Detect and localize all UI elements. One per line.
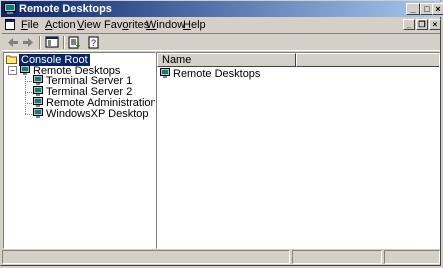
status-pane bbox=[2, 250, 290, 264]
export-list-icon[interactable] bbox=[66, 35, 82, 50]
toolbar: ? bbox=[2, 33, 440, 51]
show-hide-tree-icon[interactable] bbox=[44, 35, 60, 50]
maximize-icon: □ bbox=[424, 4, 430, 14]
help-icon[interactable]: ? bbox=[86, 35, 102, 50]
tree-connector bbox=[25, 114, 32, 115]
tree-label: WindowsXP Desktop bbox=[46, 108, 149, 120]
close-icon: × bbox=[435, 4, 441, 14]
window-title: Remote Desktops bbox=[19, 3, 112, 15]
tree-item-server[interactable]: WindowsXP Desktop bbox=[33, 108, 149, 120]
computer-icon bbox=[33, 108, 43, 118]
back-arrow-icon[interactable] bbox=[5, 35, 21, 50]
tree-connector bbox=[25, 92, 32, 93]
column-header-blank[interactable] bbox=[296, 53, 439, 67]
minus-icon: − bbox=[10, 66, 15, 75]
restore-icon: ❐ bbox=[418, 20, 426, 29]
child-minimize-button[interactable]: _ bbox=[403, 19, 415, 30]
computer-icon bbox=[33, 75, 43, 85]
folder-icon bbox=[6, 55, 17, 64]
list-item-label: Remote Desktops bbox=[173, 68, 261, 80]
child-restore-button[interactable]: ❐ bbox=[416, 19, 428, 30]
tree-pane[interactable]: Console Root − Remote Desktops Terminal … bbox=[3, 52, 156, 249]
minimize-icon: _ bbox=[406, 20, 412, 29]
remote-desktops-icon bbox=[20, 65, 30, 75]
minimize-icon: _ bbox=[410, 4, 416, 14]
minimize-button[interactable]: _ bbox=[406, 3, 420, 15]
computer-icon bbox=[33, 97, 43, 107]
remote-desktops-icon bbox=[160, 68, 170, 78]
computer-icon bbox=[33, 86, 43, 96]
menu-view[interactable]: View bbox=[74, 18, 104, 32]
column-header-label: Name bbox=[162, 54, 192, 66]
menu-file[interactable]: File bbox=[18, 18, 42, 32]
forward-arrow-icon[interactable] bbox=[20, 35, 36, 50]
status-pane bbox=[292, 250, 382, 264]
remote-desktops-icon bbox=[4, 3, 16, 14]
tree-connector bbox=[25, 81, 32, 82]
toolbar-separator bbox=[63, 36, 65, 49]
collapse-toggle[interactable]: − bbox=[8, 66, 17, 75]
tree-connector bbox=[25, 103, 32, 104]
toolbar-separator bbox=[39, 36, 41, 49]
column-header-name[interactable]: Name bbox=[157, 53, 296, 67]
title-bar[interactable]: Remote Desktops _ □ × bbox=[1, 1, 443, 17]
console-window-icon[interactable] bbox=[5, 19, 15, 30]
close-icon: × bbox=[432, 20, 438, 29]
list-pane[interactable]: Name Remote Desktops bbox=[156, 52, 440, 249]
status-bar bbox=[2, 249, 440, 265]
child-close-button[interactable]: × bbox=[429, 19, 441, 30]
svg-text:?: ? bbox=[91, 38, 96, 48]
list-item[interactable]: Remote Desktops bbox=[160, 68, 260, 80]
status-pane bbox=[384, 250, 440, 264]
menu-bar: File Action View Favorites Window Help bbox=[2, 17, 440, 33]
close-button[interactable]: × bbox=[432, 3, 443, 15]
menu-help[interactable]: Help bbox=[180, 18, 209, 32]
